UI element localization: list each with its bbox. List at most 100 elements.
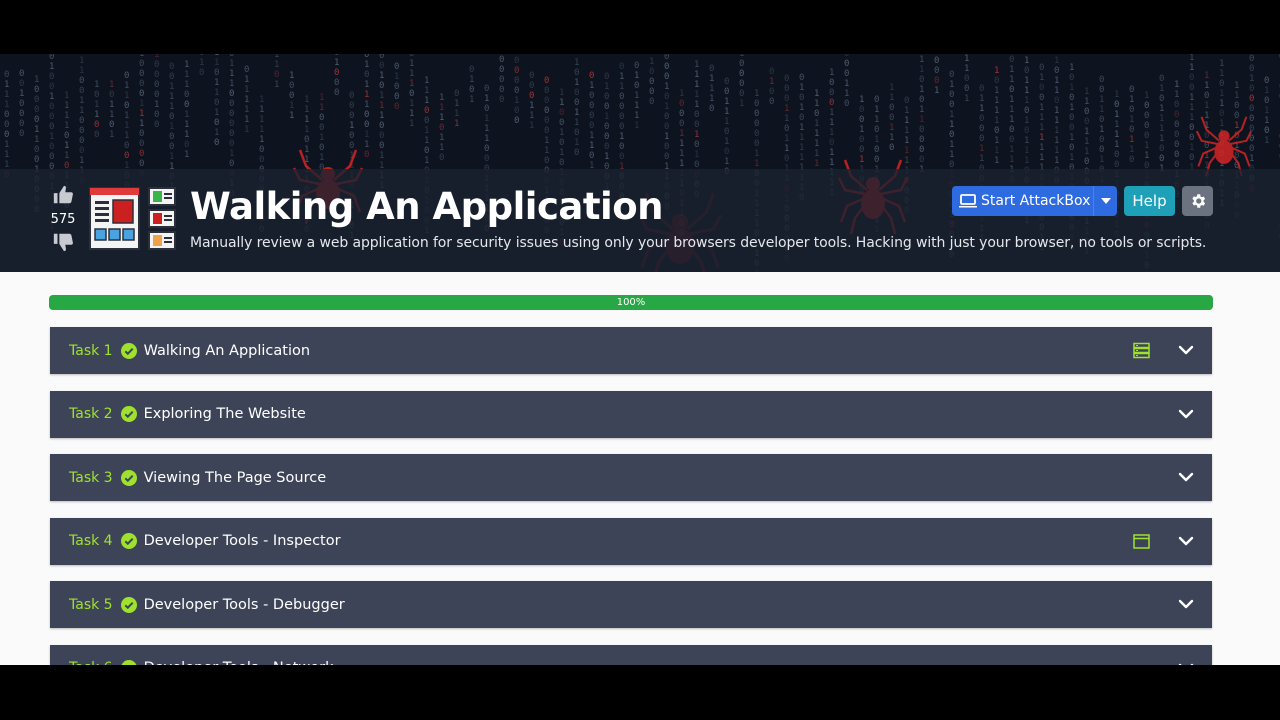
settings-button[interactable] (1182, 186, 1213, 216)
chevron-down-icon[interactable] (1178, 471, 1194, 483)
svg-text:1: 1 (829, 118, 834, 128)
svg-text:0: 0 (349, 111, 354, 121)
svg-text:0: 0 (169, 62, 174, 72)
svg-text:1: 1 (259, 105, 264, 115)
svg-text:0: 0 (109, 90, 114, 100)
svg-text:0: 0 (724, 87, 729, 97)
gear-icon (1191, 194, 1205, 208)
svg-text:0: 0 (1159, 94, 1164, 104)
svg-text:1: 1 (439, 93, 444, 103)
svg-text:0: 0 (424, 146, 429, 156)
svg-text:0: 0 (1009, 135, 1014, 145)
svg-text:0: 0 (349, 101, 354, 111)
svg-text:1: 1 (1054, 56, 1059, 66)
svg-text:1: 1 (139, 99, 144, 109)
help-button[interactable]: Help (1124, 186, 1175, 216)
svg-text:0: 0 (79, 146, 84, 156)
svg-text:1: 1 (484, 94, 489, 104)
svg-text:0: 0 (19, 109, 24, 119)
task-row[interactable]: Task 2 Exploring The Website (50, 390, 1212, 438)
svg-text:1: 1 (169, 82, 174, 92)
svg-text:0: 0 (859, 145, 864, 155)
svg-text:0: 0 (664, 152, 669, 162)
svg-text:1: 1 (64, 151, 69, 161)
task-row[interactable]: Task 6 Developer Tools - Network (50, 644, 1212, 666)
svg-text:0: 0 (1024, 106, 1029, 116)
chevron-down-icon[interactable] (1178, 662, 1194, 666)
vote-count: 575 (50, 212, 76, 227)
thumbs-down-icon[interactable] (52, 231, 74, 253)
svg-text:1: 1 (1234, 121, 1239, 131)
svg-text:0: 0 (1249, 94, 1254, 104)
svg-text:0: 0 (1114, 100, 1119, 110)
svg-text:1: 1 (259, 95, 264, 105)
svg-text:1: 1 (424, 86, 429, 96)
svg-text:1: 1 (1219, 69, 1224, 79)
svg-text:0: 0 (1099, 85, 1104, 95)
svg-text:1: 1 (364, 100, 369, 110)
svg-text:1: 1 (409, 79, 414, 89)
svg-text:1: 1 (1159, 114, 1164, 124)
svg-text:0: 0 (1054, 96, 1059, 106)
svg-text:0: 0 (154, 120, 159, 130)
svg-text:1: 1 (799, 123, 804, 133)
svg-text:1: 1 (919, 85, 924, 95)
svg-text:0: 0 (1024, 126, 1029, 136)
svg-text:0: 0 (1129, 125, 1134, 135)
chevron-down-icon[interactable] (1178, 344, 1194, 356)
svg-text:1: 1 (1024, 136, 1029, 146)
server-stack-icon[interactable] (1133, 342, 1150, 359)
svg-text:0: 0 (604, 102, 609, 112)
svg-text:1: 1 (1024, 86, 1029, 96)
svg-text:1: 1 (1204, 81, 1209, 91)
svg-text:1: 1 (1054, 136, 1059, 146)
svg-text:1: 1 (409, 59, 414, 69)
svg-text:1: 1 (244, 115, 249, 125)
svg-text:1: 1 (184, 130, 189, 140)
svg-text:1: 1 (439, 143, 444, 153)
svg-text:0: 0 (484, 144, 489, 154)
svg-text:1: 1 (859, 95, 864, 105)
svg-text:0: 0 (649, 87, 654, 97)
svg-text:0: 0 (1159, 154, 1164, 164)
svg-text:0: 0 (1204, 91, 1209, 101)
attackbox-dropdown-toggle[interactable] (1093, 186, 1117, 216)
svg-text:1: 1 (394, 72, 399, 82)
svg-text:0: 0 (499, 95, 504, 105)
task-row[interactable]: Task 3 Viewing The Page Source (50, 454, 1212, 501)
task-number: Task 4 (69, 533, 113, 549)
svg-text:0: 0 (154, 60, 159, 70)
svg-text:0: 0 (619, 112, 624, 122)
svg-text:1: 1 (1024, 146, 1029, 156)
chevron-down-icon[interactable] (1178, 598, 1194, 610)
svg-text:0: 0 (574, 88, 579, 98)
svg-text:0: 0 (1234, 101, 1239, 111)
chevron-down-icon[interactable] (1178, 535, 1194, 547)
svg-text:1: 1 (709, 74, 714, 84)
svg-text:1: 1 (64, 111, 69, 121)
task-row[interactable]: Task 1 Walking An Application (50, 327, 1212, 374)
svg-text:0: 0 (1024, 66, 1029, 76)
browser-window-icon[interactable] (1133, 533, 1150, 550)
svg-text:0: 0 (589, 91, 594, 101)
svg-text:1: 1 (1039, 113, 1044, 123)
thumbs-up-icon[interactable] (52, 184, 74, 206)
svg-text:0: 0 (1144, 101, 1149, 111)
svg-text:0: 0 (994, 126, 999, 136)
task-row[interactable]: Task 5 Developer Tools - Debugger (50, 581, 1212, 628)
svg-text:0: 0 (1069, 73, 1074, 83)
svg-text:0: 0 (1174, 140, 1179, 150)
svg-text:0: 0 (664, 122, 669, 132)
svg-text:1: 1 (334, 58, 339, 68)
svg-text:0: 0 (379, 121, 384, 131)
svg-text:0: 0 (844, 69, 849, 79)
task-row[interactable]: Task 4 Developer Tools - Inspector (50, 517, 1212, 565)
chevron-down-icon[interactable] (1178, 408, 1194, 420)
svg-text:1: 1 (64, 101, 69, 111)
start-attackbox-button[interactable]: Start AttackBox (952, 186, 1117, 216)
svg-text:1: 1 (859, 155, 864, 165)
svg-text:0: 0 (1234, 111, 1239, 121)
svg-text:0: 0 (499, 55, 504, 65)
svg-text:0: 0 (559, 138, 564, 148)
svg-text:1: 1 (529, 101, 534, 111)
